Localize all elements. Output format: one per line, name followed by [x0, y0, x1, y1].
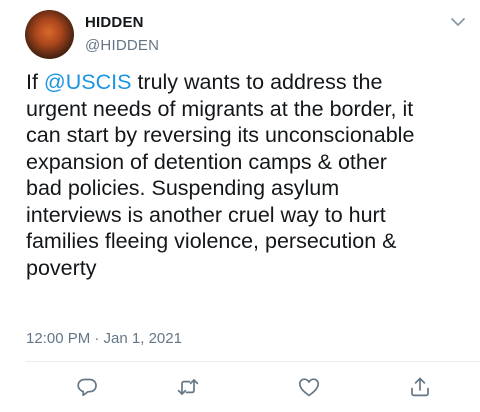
heart-icon[interactable] — [296, 374, 322, 400]
tweet-card: HIDDEN @HIDDEN If @USCIS truly wants to … — [0, 0, 480, 412]
avatar[interactable] — [25, 10, 74, 59]
reply-icon[interactable] — [74, 374, 100, 400]
tweet-text: If @USCIS truly wants to address the urg… — [26, 69, 474, 281]
tweet-timestamp[interactable]: 12:00 PM · Jan 1, 2021 — [26, 330, 182, 347]
tweet-text-line-4: expansion of detention camps & other — [26, 149, 387, 174]
tweet-text-line-6: interviews is another cruel way to hurt — [26, 202, 386, 227]
tweet-text-segment: truly wants to address the — [131, 70, 383, 94]
retweet-icon[interactable] — [175, 374, 201, 400]
tweet-text-line-7: families fleeing violence, persecution & — [26, 229, 397, 253]
mention-link[interactable]: @USCIS — [44, 70, 132, 94]
author-display-name[interactable]: HIDDEN — [85, 14, 144, 31]
author-handle[interactable]: @HIDDEN — [85, 37, 159, 54]
tweet-text-line-2: urgent needs of migrants at the border, … — [26, 96, 414, 121]
tweet-text-line-1: If @USCIS truly wants to address the — [26, 69, 474, 96]
divider — [26, 361, 480, 362]
chevron-down-icon[interactable] — [449, 13, 467, 31]
tweet-text-line-8: poverty — [26, 255, 97, 280]
tweet-text-segment: If — [26, 70, 44, 94]
tweet-text-line-3: can start by reversing its unconscionabl… — [26, 123, 415, 147]
tweet-text-line-5: bad policies. Suspending asylum — [26, 176, 340, 200]
share-icon[interactable] — [407, 374, 433, 400]
